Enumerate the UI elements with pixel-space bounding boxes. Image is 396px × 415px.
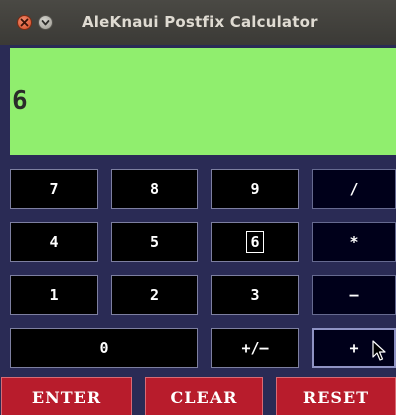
key-label: +/– [241, 339, 269, 357]
close-icon [20, 18, 29, 27]
key-6[interactable]: 6 [211, 222, 299, 262]
clear-label: CLEAR [170, 388, 238, 407]
key-negate[interactable]: +/– [211, 328, 299, 368]
key-label: 2 [149, 286, 160, 304]
reset-button[interactable]: RESET [276, 377, 396, 415]
key-label: * [349, 233, 359, 251]
minimize-icon [41, 20, 50, 26]
mouse-pointer-icon [372, 340, 386, 361]
close-button[interactable] [17, 15, 32, 30]
minimize-button[interactable] [38, 15, 53, 30]
title-bar: AleKnaui Postfix Calculator [0, 0, 396, 45]
key-label: 1 [49, 286, 59, 304]
key-label: 9 [250, 180, 260, 198]
key-label: 6 [246, 231, 264, 253]
enter-button[interactable]: ENTER [1, 377, 132, 415]
key-2[interactable]: 2 [111, 275, 198, 315]
key-label: 7 [49, 180, 59, 198]
window-title: AleKnaui Postfix Calculator [82, 13, 318, 31]
key-subtract[interactable]: – [312, 275, 396, 315]
key-7[interactable]: 7 [10, 169, 98, 209]
calculator-display: 6 [10, 48, 396, 155]
key-label: 8 [149, 180, 160, 198]
key-4[interactable]: 4 [10, 222, 98, 262]
key-1[interactable]: 1 [10, 275, 98, 315]
key-5[interactable]: 5 [111, 222, 198, 262]
display-value: 6 [12, 86, 28, 116]
key-label: + [349, 339, 359, 357]
clear-button[interactable]: CLEAR [145, 377, 263, 415]
key-label: 0 [99, 339, 109, 357]
key-divide[interactable]: / [312, 169, 396, 209]
key-label: 5 [149, 233, 160, 251]
enter-label: ENTER [31, 388, 102, 407]
key-3[interactable]: 3 [211, 275, 299, 315]
key-label: 4 [49, 233, 59, 251]
key-multiply[interactable]: * [312, 222, 396, 262]
key-label: / [349, 180, 359, 198]
calculator-window: AleKnaui Postfix Calculator 6 7 8 9 / 4 … [0, 0, 396, 415]
key-0[interactable]: 0 [10, 328, 198, 368]
key-label: 3 [250, 286, 260, 304]
key-label: – [349, 286, 359, 304]
key-8[interactable]: 8 [111, 169, 198, 209]
reset-label: RESET [302, 388, 370, 407]
key-9[interactable]: 9 [211, 169, 299, 209]
